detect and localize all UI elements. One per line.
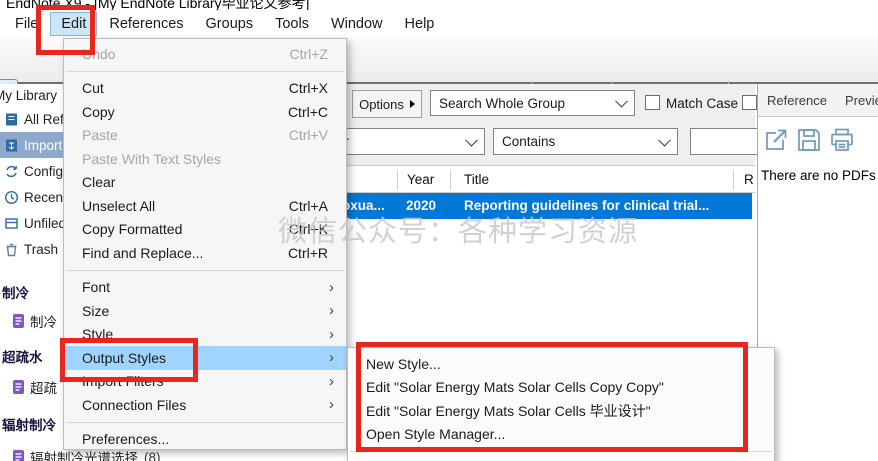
book-icon — [4, 112, 19, 127]
clock-icon — [4, 190, 19, 205]
menu-item-connection-files[interactable]: Connection Files › — [64, 393, 346, 417]
no-pdf-message: There are no PDFs — [761, 168, 876, 183]
watermark-text: 微信公众号：各种学习资源 — [278, 216, 639, 248]
group-set-header[interactable]: 制冷 — [2, 282, 29, 302]
annotation-box-submenu — [356, 342, 748, 452]
submenu-item-annotated[interactable]: Annotated — [348, 457, 774, 461]
chevron-down-icon — [615, 94, 628, 108]
menu-window[interactable]: Window — [321, 13, 393, 35]
save-icon[interactable] — [796, 127, 822, 153]
chevron-down-icon — [465, 133, 478, 147]
submenu-arrow-icon: › — [329, 349, 334, 367]
endnote-window: EndNote X9 - [My EndNote Library毕业论文参考] … — [0, 0, 878, 461]
menu-item-size[interactable]: Size › — [64, 299, 346, 323]
column-title[interactable]: Title — [464, 172, 489, 187]
menu-tools[interactable]: Tools — [265, 13, 319, 35]
match-words-checkbox[interactable] — [742, 95, 757, 110]
menu-separator — [66, 421, 344, 423]
reference-panel: Reference Preview There are no PDFs — [757, 84, 878, 461]
menu-help[interactable]: Help — [395, 13, 445, 35]
menu-item-clear[interactable]: Clear — [64, 171, 346, 195]
annotation-box-edit — [36, 5, 95, 55]
imported-references-icon — [4, 138, 19, 153]
menu-item-font[interactable]: Font › — [64, 276, 346, 300]
group-set-header[interactable]: 超疏水 — [2, 346, 43, 366]
match-case-label: Match Case — [666, 96, 739, 111]
menu-item-cut[interactable]: Cut Ctrl+X — [64, 77, 346, 101]
column-year[interactable]: Year — [407, 172, 434, 187]
menu-item-preferences[interactable]: Preferences... — [64, 428, 346, 452]
search-options-button[interactable]: Options — [352, 90, 422, 118]
sync-small-icon — [4, 164, 19, 179]
menu-groups[interactable]: Groups — [196, 13, 264, 35]
column-r[interactable]: R — [744, 172, 754, 187]
submenu-arrow-icon: › — [329, 372, 334, 390]
title-bar: EndNote X9 - [My EndNote Library毕业论文参考] — [0, 0, 878, 10]
menu-item-paste-with-text-styles[interactable]: Paste With Text Styles — [64, 147, 346, 171]
smart-group-icon — [12, 379, 26, 395]
my-library-header: My Library — [0, 88, 58, 103]
submenu-arrow-icon: › — [329, 302, 334, 320]
column-divider — [397, 169, 398, 190]
menu-item-undo[interactable]: Undo Ctrl+Z — [64, 42, 346, 66]
chevron-down-icon — [658, 133, 671, 147]
menu-separator — [66, 70, 344, 72]
menu-item-paste[interactable]: Paste Ctrl+V — [64, 124, 346, 148]
submenu-arrow-icon: › — [329, 278, 334, 296]
group-set-header[interactable]: 辐射制冷 — [2, 414, 56, 434]
tab-preview[interactable]: Preview — [836, 93, 878, 108]
menu-references[interactable]: References — [99, 13, 193, 35]
group-count: (8) — [144, 449, 161, 461]
search-scope-dropdown[interactable]: Search Whole Group — [430, 90, 635, 116]
submenu-arrow-icon: › — [329, 396, 334, 414]
options-arrow-icon — [409, 100, 415, 108]
column-divider — [733, 169, 734, 190]
trash-icon — [4, 242, 19, 257]
menu-separator — [66, 269, 344, 271]
smart-group-icon — [12, 449, 26, 461]
column-divider — [450, 169, 451, 190]
tab-reference[interactable]: Reference — [758, 93, 836, 108]
match-case-checkbox[interactable] — [645, 95, 660, 110]
open-pdf-icon[interactable] — [763, 127, 789, 153]
unfiled-icon — [4, 216, 19, 231]
annotation-box-output-styles — [60, 338, 198, 382]
smart-group-icon — [12, 313, 26, 329]
menu-bar: File Edit References Groups Tools Window… — [0, 10, 878, 37]
print-icon[interactable] — [829, 127, 855, 153]
submenu-arrow-icon: › — [329, 325, 334, 343]
menu-item-copy[interactable]: Copy Ctrl+C — [64, 100, 346, 124]
search-comparator-dropdown[interactable]: Contains — [493, 128, 678, 155]
panel-tabs: Reference Preview — [758, 84, 878, 117]
